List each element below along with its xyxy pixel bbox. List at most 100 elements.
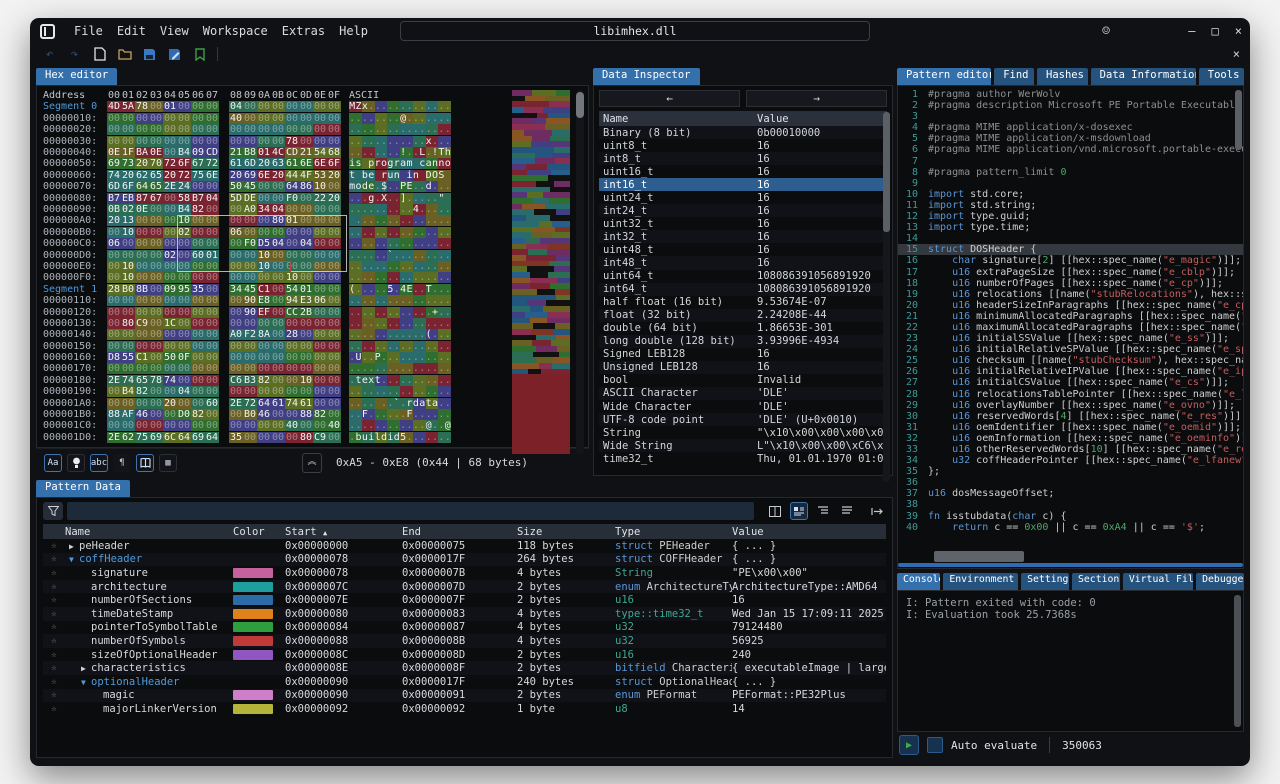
fit-width-icon[interactable] [868, 502, 886, 520]
hex-byte-cell[interactable]: 00 [149, 136, 163, 147]
code-scrollbar-thumb[interactable] [1235, 90, 1242, 150]
hex-byte-cell[interactable]: 04 [271, 238, 285, 249]
hex-byte-cell[interactable]: 64 [135, 181, 149, 192]
hex-byte-cell[interactable]: 00 [299, 193, 313, 204]
inspector-row[interactable]: ASCII Character'DLE' [599, 387, 887, 400]
hex-byte-cell[interactable]: 00 [205, 329, 219, 340]
hex-byte-cell[interactable]: 00 [313, 261, 327, 272]
table-row[interactable]: ☆▶peHeader0x000000000x00000075118 bytess… [43, 539, 886, 553]
hex-byte-cell[interactable]: 00 [163, 420, 177, 431]
hex-byte-cell[interactable]: 00 [149, 113, 163, 124]
hex-byte-cell[interactable]: 00 [149, 101, 163, 112]
hex-byte-cell[interactable]: 64 [177, 432, 191, 443]
hex-byte-cell[interactable]: 10 [285, 272, 299, 283]
hex-byte-cell[interactable]: 22 [313, 193, 327, 204]
hex-byte-cell[interactable]: 00 [149, 204, 163, 215]
hex-byte-cell[interactable]: 28 [285, 329, 299, 340]
hex-byte-cell[interactable]: 00 [135, 272, 149, 283]
hex-byte-cell[interactable]: 00 [243, 124, 257, 135]
hex-byte-cell[interactable]: 01 [285, 215, 299, 226]
hex-byte-cell[interactable]: 00 [135, 363, 149, 374]
hex-byte-cell[interactable]: 00 [271, 329, 285, 340]
hex-byte-cell[interactable]: 04 [177, 386, 191, 397]
hex-byte-cell[interactable]: 00 [177, 375, 191, 386]
hex-byte-cell[interactable]: 00 [257, 363, 271, 374]
hex-byte-cell[interactable]: 1F [121, 147, 135, 158]
hex-byte-cell[interactable]: 00 [285, 409, 299, 420]
hex-byte-cell[interactable]: 00 [229, 261, 243, 272]
hex-byte-cell[interactable]: 00 [313, 375, 327, 386]
hex-byte-cell[interactable]: 00 [313, 250, 327, 261]
hex-byte-cell[interactable]: 62 [121, 432, 135, 443]
hex-byte-cell[interactable]: 00 [271, 101, 285, 112]
hex-byte-cell[interactable]: 70 [149, 158, 163, 169]
hex-byte-cell[interactable]: 00 [257, 272, 271, 283]
hex-byte-cell[interactable]: 6D [243, 158, 257, 169]
console-tab-settings[interactable]: Settings [1021, 573, 1069, 590]
hex-byte-cell[interactable]: 00 [149, 420, 163, 431]
hex-byte-cell[interactable]: 61 [271, 398, 285, 409]
hex-byte-cell[interactable]: 00 [313, 352, 327, 363]
tab-pattern-editor[interactable]: Pattern editor [897, 68, 991, 85]
hex-byte-cell[interactable]: 00 [149, 363, 163, 374]
hex-byte-cell[interactable]: 46 [135, 409, 149, 420]
hex-byte-cell[interactable]: 80 [271, 215, 285, 226]
hex-byte-cell[interactable]: 00 [149, 227, 163, 238]
hex-byte-cell[interactable]: A0 [243, 204, 257, 215]
tab-data-inspector[interactable]: Data Inspector [593, 68, 700, 85]
hex-byte-cell[interactable]: 00 [107, 318, 121, 329]
tree-view-icon[interactable] [790, 502, 808, 520]
bookmark-icon[interactable] [192, 47, 207, 62]
hex-byte-cell[interactable]: 72 [177, 170, 191, 181]
favorite-star-icon[interactable]: ☆ [43, 568, 65, 578]
hex-byte-cell[interactable]: 00 [299, 352, 313, 363]
hex-byte-cell[interactable]: 10 [257, 261, 271, 272]
hex-byte-cell[interactable]: 00 [299, 113, 313, 124]
hex-byte-cell[interactable]: 00 [327, 227, 341, 238]
hex-byte-cell[interactable]: 6F [177, 158, 191, 169]
hex-byte-cell[interactable]: 00 [135, 295, 149, 306]
hex-byte-cell[interactable]: 00 [327, 204, 341, 215]
hex-byte-cell[interactable]: CC [285, 307, 299, 318]
hex-byte-cell[interactable]: 00 [135, 329, 149, 340]
hex-byte-cell[interactable]: 44 [285, 170, 299, 181]
hex-byte-cell[interactable]: 00 [149, 329, 163, 340]
tab-data-information[interactable]: Data Information [1091, 68, 1196, 85]
hex-byte-cell[interactable]: 00 [177, 341, 191, 352]
hex-byte-cell[interactable]: 00 [271, 318, 285, 329]
hex-byte-cell[interactable]: 00 [257, 432, 271, 443]
hex-byte-cell[interactable]: 65 [149, 181, 163, 192]
hex-byte-cell[interactable]: 00 [257, 124, 271, 135]
ascii-cell[interactable]: . [445, 238, 451, 249]
hex-byte-cell[interactable]: 53 [313, 170, 327, 181]
hex-byte-cell[interactable]: 01 [299, 284, 313, 295]
table-row[interactable]: ☆numberOfSections0x0000007E0x0000007F2 b… [43, 593, 886, 607]
hex-byte-cell[interactable]: 00 [271, 307, 285, 318]
hex-byte-cell[interactable]: 00 [271, 409, 285, 420]
hex-byte-cell[interactable]: 00 [163, 295, 177, 306]
hex-byte-cell[interactable]: 00 [257, 193, 271, 204]
hex-byte-cell[interactable]: 06 [229, 227, 243, 238]
inspector-row[interactable]: int64_t108086391056891920 [599, 283, 887, 296]
menu-extras[interactable]: Extras [275, 22, 332, 40]
minimize-button[interactable]: – [1188, 24, 1195, 38]
hex-byte-cell[interactable]: 00 [271, 363, 285, 374]
hex-byte-cell[interactable]: 00 [149, 284, 163, 295]
hex-byte-cell[interactable]: 00 [285, 375, 299, 386]
hex-byte-cell[interactable]: 00 [243, 113, 257, 124]
favorite-star-icon[interactable]: ☆ [43, 582, 65, 592]
collapse-chevron-button[interactable]: ︽ [302, 453, 322, 473]
hex-byte-cell[interactable]: 00 [205, 101, 219, 112]
feedback-smiley-icon[interactable]: ☺ [1102, 24, 1110, 39]
menu-help[interactable]: Help [332, 22, 375, 40]
hex-byte-cell[interactable]: F2 [243, 329, 257, 340]
hex-byte-cell[interactable]: 00 [229, 250, 243, 261]
hex-byte-cell[interactable]: 74 [285, 398, 299, 409]
hex-byte-cell[interactable]: 00 [285, 363, 299, 374]
hex-byte-cell[interactable]: 54 [285, 284, 299, 295]
hex-byte-cell[interactable]: 00 [121, 398, 135, 409]
inspector-row[interactable]: int48_t16 [599, 256, 887, 269]
hex-byte-cell[interactable]: 00 [163, 307, 177, 318]
hex-byte-cell[interactable]: 00 [149, 261, 163, 272]
hex-byte-cell[interactable]: 00 [121, 238, 135, 249]
